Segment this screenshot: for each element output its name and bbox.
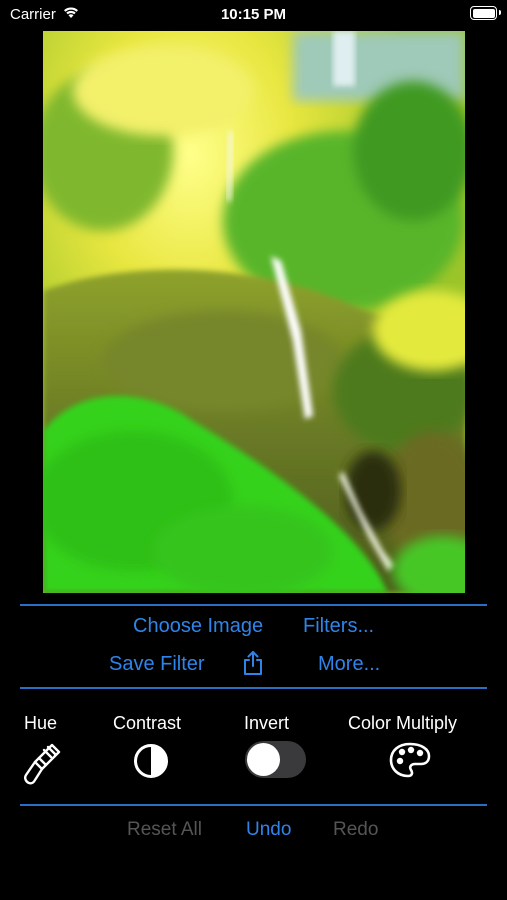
more-button[interactable]: More... bbox=[318, 653, 380, 676]
filters-button[interactable]: Filters... bbox=[303, 615, 374, 638]
choose-image-button[interactable]: Choose Image bbox=[133, 615, 263, 638]
share-icon[interactable] bbox=[242, 650, 264, 681]
toggle-knob bbox=[247, 743, 280, 776]
battery-icon bbox=[470, 6, 501, 20]
contrast-icon[interactable] bbox=[133, 743, 169, 784]
contrast-label: Contrast bbox=[113, 713, 182, 733]
reset-all-button[interactable]: Reset All bbox=[127, 819, 202, 841]
divider-top bbox=[20, 604, 487, 606]
redo-button[interactable]: Redo bbox=[333, 819, 378, 841]
edited-image bbox=[43, 31, 465, 593]
invert-label: Invert bbox=[244, 713, 290, 733]
paintbrush-icon[interactable] bbox=[22, 742, 62, 791]
invert-toggle[interactable] bbox=[245, 741, 306, 778]
divider-middle bbox=[20, 687, 487, 689]
clock: 10:15 PM bbox=[220, 6, 287, 23]
palette-icon[interactable] bbox=[388, 741, 432, 784]
save-filter-button[interactable]: Save Filter bbox=[109, 653, 205, 676]
undo-button[interactable]: Undo bbox=[246, 819, 291, 841]
color-multiply-label: Color Multiply bbox=[348, 713, 458, 733]
status-bar: Carrier 10:15 PM bbox=[0, 0, 507, 30]
divider-bottom bbox=[20, 804, 487, 806]
hue-label: Hue bbox=[24, 713, 58, 733]
